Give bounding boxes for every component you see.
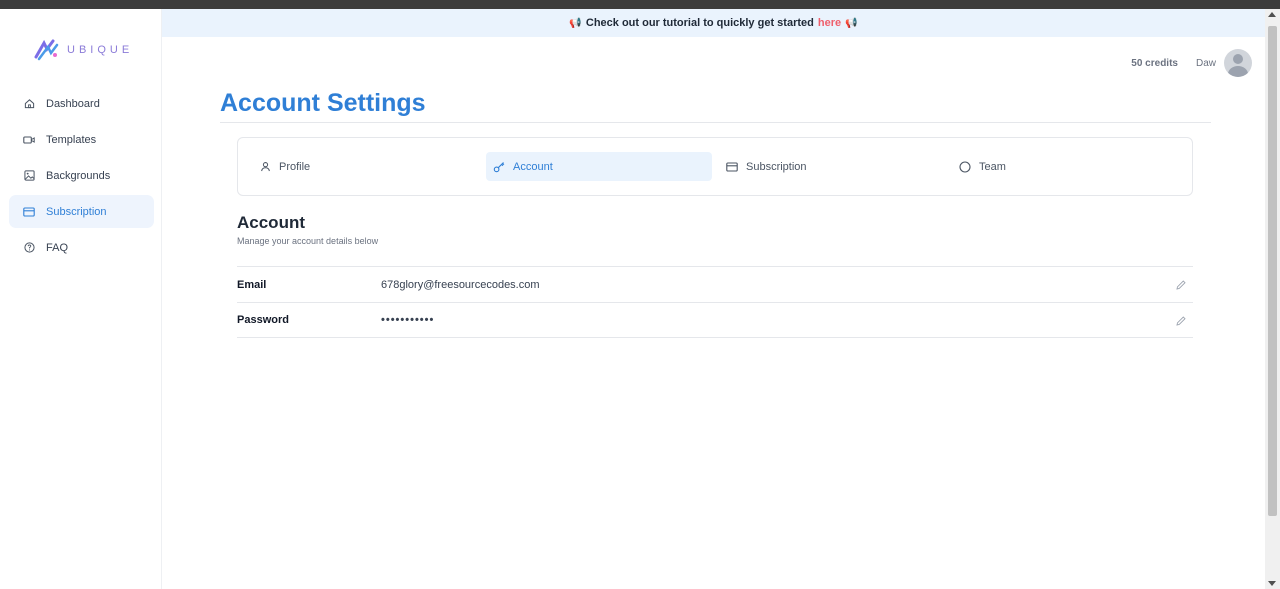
- sidebar-item-label: FAQ: [46, 241, 69, 254]
- password-label: Password: [237, 314, 289, 326]
- banner-text: Check out our tutorial to quickly get st…: [585, 17, 814, 29]
- password-row: Password •••••••••••: [237, 302, 1193, 338]
- tab-label: Team: [979, 160, 1006, 173]
- account-fields: Email 678glory@freesourcecodes.com Passw…: [237, 266, 1193, 338]
- brand-logo[interactable]: UBIQUE: [33, 39, 133, 61]
- circle-icon: [959, 160, 971, 173]
- section-subtitle: Manage your account details below: [237, 236, 379, 246]
- pencil-icon[interactable]: [1175, 315, 1187, 327]
- pencil-icon[interactable]: [1175, 279, 1187, 291]
- sidebar-item-templates[interactable]: Templates: [9, 123, 154, 156]
- announcement-banner: 📢 Check out our tutorial to quickly get …: [162, 9, 1265, 37]
- avatar[interactable]: [1224, 49, 1252, 77]
- email-value: 678glory@freesourcecodes.com: [381, 278, 540, 291]
- megaphone-icon: 📢: [569, 17, 582, 29]
- sidebar-item-label: Backgrounds: [46, 169, 111, 182]
- email-row: Email 678glory@freesourcecodes.com: [237, 266, 1193, 302]
- sidebar: UBIQUE Dashboard Templates Backgrounds S…: [0, 9, 162, 589]
- user-area: 50 credits Daw: [1131, 49, 1252, 77]
- settings-tabs: Profile Account Subscription Team: [237, 137, 1193, 196]
- window-top-bar: [0, 0, 1280, 9]
- credit-card-icon: [726, 161, 738, 173]
- image-icon: [23, 170, 35, 182]
- sidebar-item-label: Subscription: [46, 205, 107, 218]
- sidebar-item-subscription[interactable]: Subscription: [9, 195, 154, 228]
- banner-link[interactable]: here: [818, 17, 841, 29]
- sidebar-item-dashboard[interactable]: Dashboard: [9, 87, 154, 120]
- tab-subscription[interactable]: Subscription: [719, 152, 945, 181]
- sidebar-item-label: Dashboard: [46, 97, 100, 110]
- password-value: •••••••••••: [381, 314, 435, 326]
- logo-mark-icon: [34, 39, 59, 61]
- app-frame: UBIQUE Dashboard Templates Backgrounds S…: [0, 9, 1265, 589]
- key-icon: [493, 161, 505, 173]
- tab-label: Profile: [279, 160, 311, 173]
- username[interactable]: Daw: [1196, 58, 1216, 69]
- user-icon: [259, 161, 271, 173]
- tab-label: Subscription: [746, 160, 807, 173]
- sidebar-item-label: Templates: [46, 133, 97, 146]
- divider: [220, 122, 1211, 123]
- megaphone-icon: 📢: [845, 17, 858, 29]
- tab-team[interactable]: Team: [952, 152, 1178, 181]
- sidebar-item-faq[interactable]: FAQ: [9, 231, 154, 264]
- sidebar-nav: Dashboard Templates Backgrounds Subscrip…: [9, 87, 154, 267]
- credit-card-icon: [23, 206, 35, 218]
- video-icon: [23, 134, 35, 146]
- page-title: Account Settings: [220, 89, 426, 117]
- tab-label: Account: [513, 160, 553, 173]
- home-icon: [23, 98, 35, 110]
- tab-account[interactable]: Account: [486, 152, 712, 181]
- tab-profile[interactable]: Profile: [252, 152, 478, 181]
- scrollbar[interactable]: [1265, 9, 1280, 589]
- sidebar-item-backgrounds[interactable]: Backgrounds: [9, 159, 154, 192]
- scroll-down-arrow-icon[interactable]: [1268, 581, 1276, 586]
- email-label: Email: [237, 278, 267, 291]
- scroll-thumb[interactable]: [1268, 26, 1277, 516]
- brand-name: UBIQUE: [67, 44, 134, 56]
- scroll-up-arrow-icon[interactable]: [1268, 12, 1276, 17]
- credits-count: 50 credits: [1131, 57, 1178, 69]
- help-circle-icon: [23, 242, 35, 254]
- section-title: Account: [237, 213, 305, 232]
